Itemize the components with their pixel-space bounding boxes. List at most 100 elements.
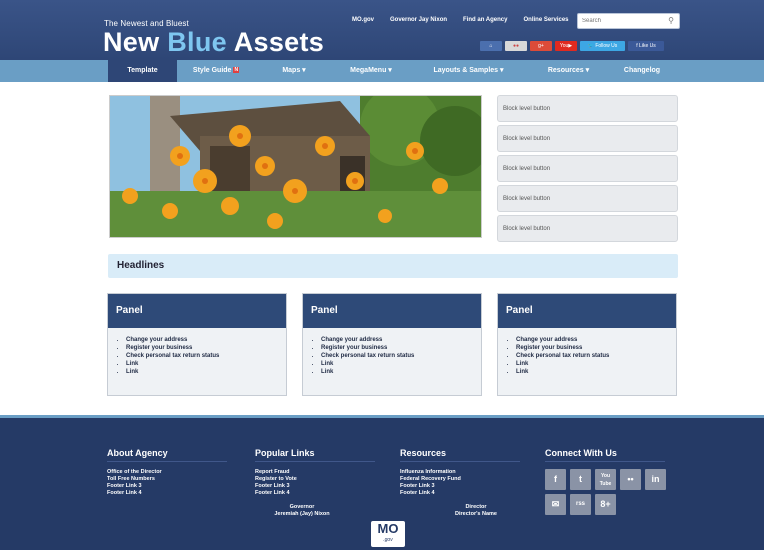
hero-photo <box>110 96 481 237</box>
panel-link[interactable]: Link <box>126 360 286 368</box>
director-signature: Director Director's Name <box>436 504 516 518</box>
block-level-button[interactable]: Block level button <box>497 185 678 212</box>
panel-link-text[interactable]: Link <box>321 369 333 375</box>
footer-link[interactable]: Report Fraud <box>255 469 290 475</box>
rss-icon[interactable]: rss <box>570 494 591 515</box>
footer-resources-column: Resources Influenza Information Federal … <box>400 448 520 497</box>
panel-link[interactable]: Link <box>126 368 286 376</box>
panel-link-text[interactable]: Register your business <box>126 345 192 351</box>
panel-link[interactable]: Register your business <box>516 344 676 352</box>
panel-link[interactable]: Check personal tax return status <box>126 352 286 360</box>
footer-link[interactable]: Toll Free Numbers <box>107 476 155 482</box>
twitter-follow-label: Follow Us <box>595 43 618 49</box>
panel-link[interactable]: Link <box>516 360 676 368</box>
panel-link[interactable]: Link <box>516 368 676 376</box>
nav-item-layouts-samples[interactable]: Layouts & Samples ▾ <box>409 60 528 82</box>
panel-link[interactable]: Register your business <box>321 344 481 352</box>
panel-link-text[interactable]: Link <box>321 361 333 367</box>
panel-link-text[interactable]: Link <box>516 369 528 375</box>
panel-link[interactable]: Check personal tax return status <box>321 352 481 360</box>
footer-link[interactable]: Influenza Information <box>400 469 456 475</box>
panel-link[interactable]: Change your address <box>126 336 286 344</box>
panel-link[interactable]: Change your address <box>321 336 481 344</box>
twitter-follow-button[interactable]: 🐦 Follow Us <box>580 41 625 51</box>
footer-heading: Resources <box>400 448 520 462</box>
footer-link[interactable]: Footer Link 3 <box>255 483 290 489</box>
nav-item-label: Template <box>127 67 158 74</box>
twitter-icon[interactable]: t <box>570 469 591 490</box>
nav-item-label: Resources ▾ <box>547 67 590 74</box>
block-level-button[interactable]: Block level button <box>497 215 678 242</box>
panel-link-text[interactable]: Link <box>126 361 138 367</box>
panel-link-text[interactable]: Check personal tax return status <box>126 353 219 359</box>
nav-item-template[interactable]: Template <box>108 60 177 82</box>
new-badge-icon: N <box>233 67 240 74</box>
linkedin-icon[interactable]: in <box>645 469 666 490</box>
panel-title: Panel <box>108 294 286 328</box>
footer-social-icons: f t You Tube •• in ✉ rss 8+ <box>545 469 666 515</box>
google-plus-icon[interactable]: 8+ <box>595 494 616 515</box>
email-icon[interactable]: ✉ <box>545 494 566 515</box>
mo-gov-logo[interactable]: MO .gov <box>371 521 405 547</box>
director-title: Director <box>465 504 487 510</box>
youtube-icon[interactable]: You▶ <box>555 41 577 51</box>
home-icon[interactable]: ⌂ <box>480 41 502 51</box>
block-level-button[interactable]: Block level button <box>497 95 678 122</box>
footer-link[interactable]: Office of the Director <box>107 469 162 475</box>
panel-link-text[interactable]: Link <box>126 369 138 375</box>
footer-link[interactable]: Footer Link 3 <box>107 483 142 489</box>
panel-link-text[interactable]: Change your address <box>126 337 187 343</box>
search-box: ⚲ <box>577 13 680 29</box>
panel-link-text[interactable]: Check personal tax return status <box>516 353 609 359</box>
panel-link[interactable]: Check personal tax return status <box>516 352 676 360</box>
headlines-bar: Headlines <box>108 254 678 278</box>
rss-icon[interactable]: ●● <box>505 41 527 51</box>
footer-link[interactable]: Footer Link 4 <box>255 490 290 496</box>
nav-item-style-guide[interactable]: Style Guide N <box>177 60 255 82</box>
mo-gov-logo-text: MO <box>377 521 399 536</box>
footer-link[interactable]: Footer Link 3 <box>400 483 435 489</box>
nav-item-label: MegaMenu ▾ <box>350 67 392 74</box>
panel-link[interactable]: Register your business <box>126 344 286 352</box>
facebook-icon[interactable]: f <box>545 469 566 490</box>
nav-item-megamenu[interactable]: MegaMenu ▾ <box>333 60 409 82</box>
panel-title: Panel <box>303 294 481 328</box>
youtube-icon[interactable]: You Tube <box>595 469 616 490</box>
google-plus-icon[interactable]: g+ <box>530 41 552 51</box>
block-level-button[interactable]: Block level button <box>497 155 678 182</box>
facebook-like-label: Like Us <box>639 43 656 49</box>
panel-link-text[interactable]: Change your address <box>516 337 577 343</box>
panel-link[interactable]: Change your address <box>516 336 676 344</box>
nav-item-resources[interactable]: Resources ▾ <box>528 60 609 82</box>
footer-link[interactable]: Register to Vote <box>255 476 297 482</box>
mo-gov-link[interactable]: MO.gov <box>344 17 382 23</box>
footer-link[interactable]: Footer Link 4 <box>400 490 435 496</box>
search-icon[interactable]: ⚲ <box>668 16 674 25</box>
director-name: Director's Name <box>455 511 497 517</box>
online-services-link[interactable]: Online Services <box>515 17 576 23</box>
footer-link[interactable]: Footer Link 4 <box>107 490 142 496</box>
governor-name: Jeremiah (Jay) Nixon <box>274 511 330 517</box>
panel-link-text[interactable]: Register your business <box>516 345 582 351</box>
facebook-like-button[interactable]: f Like Us <box>628 41 664 51</box>
site-logo[interactable]: New Blue Assets <box>103 27 324 58</box>
panel-link-text[interactable]: Register your business <box>321 345 387 351</box>
find-agency-link[interactable]: Find an Agency <box>455 17 515 23</box>
nav-item-changelog[interactable]: Changelog <box>609 60 675 82</box>
panel-link[interactable]: Link <box>321 360 481 368</box>
panel-link[interactable]: Link <box>321 368 481 376</box>
panel: Panel Change your address Register your … <box>497 293 677 396</box>
flickr-icon[interactable]: •• <box>620 469 641 490</box>
footer-link[interactable]: Federal Recovery Fund <box>400 476 461 482</box>
panel-link-text[interactable]: Check personal tax return status <box>321 353 414 359</box>
brand-word-new: New <box>103 27 168 57</box>
search-input[interactable] <box>578 14 662 28</box>
footer-connect-column: Connect With Us f t You Tube •• in ✉ rss… <box>545 448 666 515</box>
nav-item-label: Layouts & Samples ▾ <box>433 67 504 74</box>
footer-heading: Popular Links <box>255 448 375 462</box>
governor-link[interactable]: Governor Jay Nixon <box>382 17 455 23</box>
panel-link-text[interactable]: Link <box>516 361 528 367</box>
panel-link-text[interactable]: Change your address <box>321 337 382 343</box>
nav-item-maps[interactable]: Maps ▾ <box>255 60 333 82</box>
block-level-button[interactable]: Block level button <box>497 125 678 152</box>
